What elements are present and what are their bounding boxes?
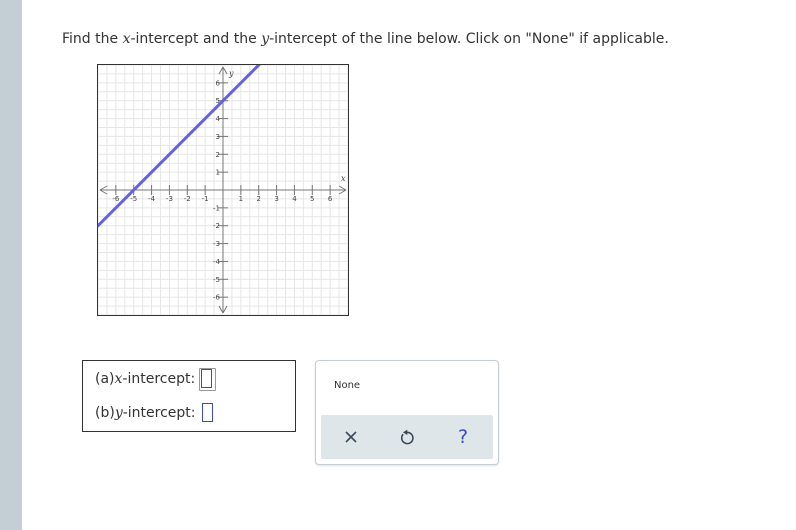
question-var-y: y — [261, 31, 270, 47]
answer-box: (a) x -intercept: (b) y -intercept: — [82, 360, 296, 432]
x-tick-label: -2 — [184, 195, 191, 203]
graph-canvas: -6 -5 -4 -3 -2 -1 1 2 3 4 5 6654321-1-2-3-4-5-6xy — [98, 65, 348, 315]
y-tick-label: 4 — [216, 115, 221, 123]
help-button[interactable]: ? — [453, 426, 473, 448]
undo-icon — [400, 429, 414, 445]
x-tick-label: -1 — [202, 195, 209, 203]
x-tick-label: 5 — [310, 195, 314, 203]
y-tick-label: 2 — [216, 151, 220, 159]
question-part: -intercept of the line below. Click on "… — [269, 31, 669, 47]
close-icon — [345, 431, 357, 443]
y-tick-label: -3 — [213, 240, 220, 248]
y-intercept-row: (b) y -intercept: — [95, 403, 213, 422]
y-intercept-input[interactable] — [201, 403, 213, 422]
y-tick-label: -4 — [213, 258, 221, 266]
y-tick-label: -1 — [213, 204, 220, 212]
y-tick-label: -5 — [213, 276, 220, 284]
question-part: Find the — [62, 31, 123, 47]
none-button[interactable]: None — [334, 380, 360, 391]
x-tick-label: -5 — [130, 195, 137, 203]
x-tick-label: 3 — [274, 195, 278, 203]
answer-a-prefix: (a) — [95, 370, 115, 387]
y-axis-label: y — [228, 69, 234, 78]
answer-a-var: x — [114, 370, 123, 387]
answer-keypad: None ? — [315, 360, 499, 465]
answer-b-var: y — [114, 404, 123, 421]
x-tick-label: -3 — [166, 195, 173, 203]
keypad-action-bar: ? — [321, 415, 493, 459]
coordinate-graph: -6 -5 -4 -3 -2 -1 1 2 3 4 5 6 6 5 4 3 2 1 -1 -2 -3 -4 -5 -6 x y — [97, 64, 349, 316]
left-sidebar-strip — [0, 0, 22, 530]
x-tick-label: -4 — [148, 195, 156, 203]
y-tick-label: 3 — [216, 133, 220, 141]
answer-b-prefix: (b) — [95, 404, 115, 421]
x-tick-label: 4 — [292, 195, 297, 203]
x-tick-label: -6 — [112, 195, 120, 203]
undo-button[interactable] — [397, 427, 417, 447]
question-text: Find the x-intercept and the y-intercept… — [62, 31, 669, 47]
question-part: -intercept and the — [130, 31, 262, 47]
y-tick-label: 1 — [216, 169, 220, 177]
x-intercept-row: (a) x -intercept: — [95, 368, 217, 391]
clear-button[interactable] — [341, 427, 361, 447]
x-intercept-input[interactable] — [199, 368, 217, 391]
x-tick-label: 6 — [328, 195, 333, 203]
x-tick-label: 2 — [256, 195, 260, 203]
y-tick-label: -6 — [213, 294, 221, 302]
answer-a-label: -intercept: — [122, 370, 196, 387]
y-tick-label: -2 — [213, 222, 220, 230]
y-tick-label: 6 — [216, 79, 221, 87]
x-tick-label: 1 — [239, 195, 243, 203]
answer-b-label: -intercept: — [122, 404, 196, 421]
x-axis-label: x — [341, 174, 346, 183]
